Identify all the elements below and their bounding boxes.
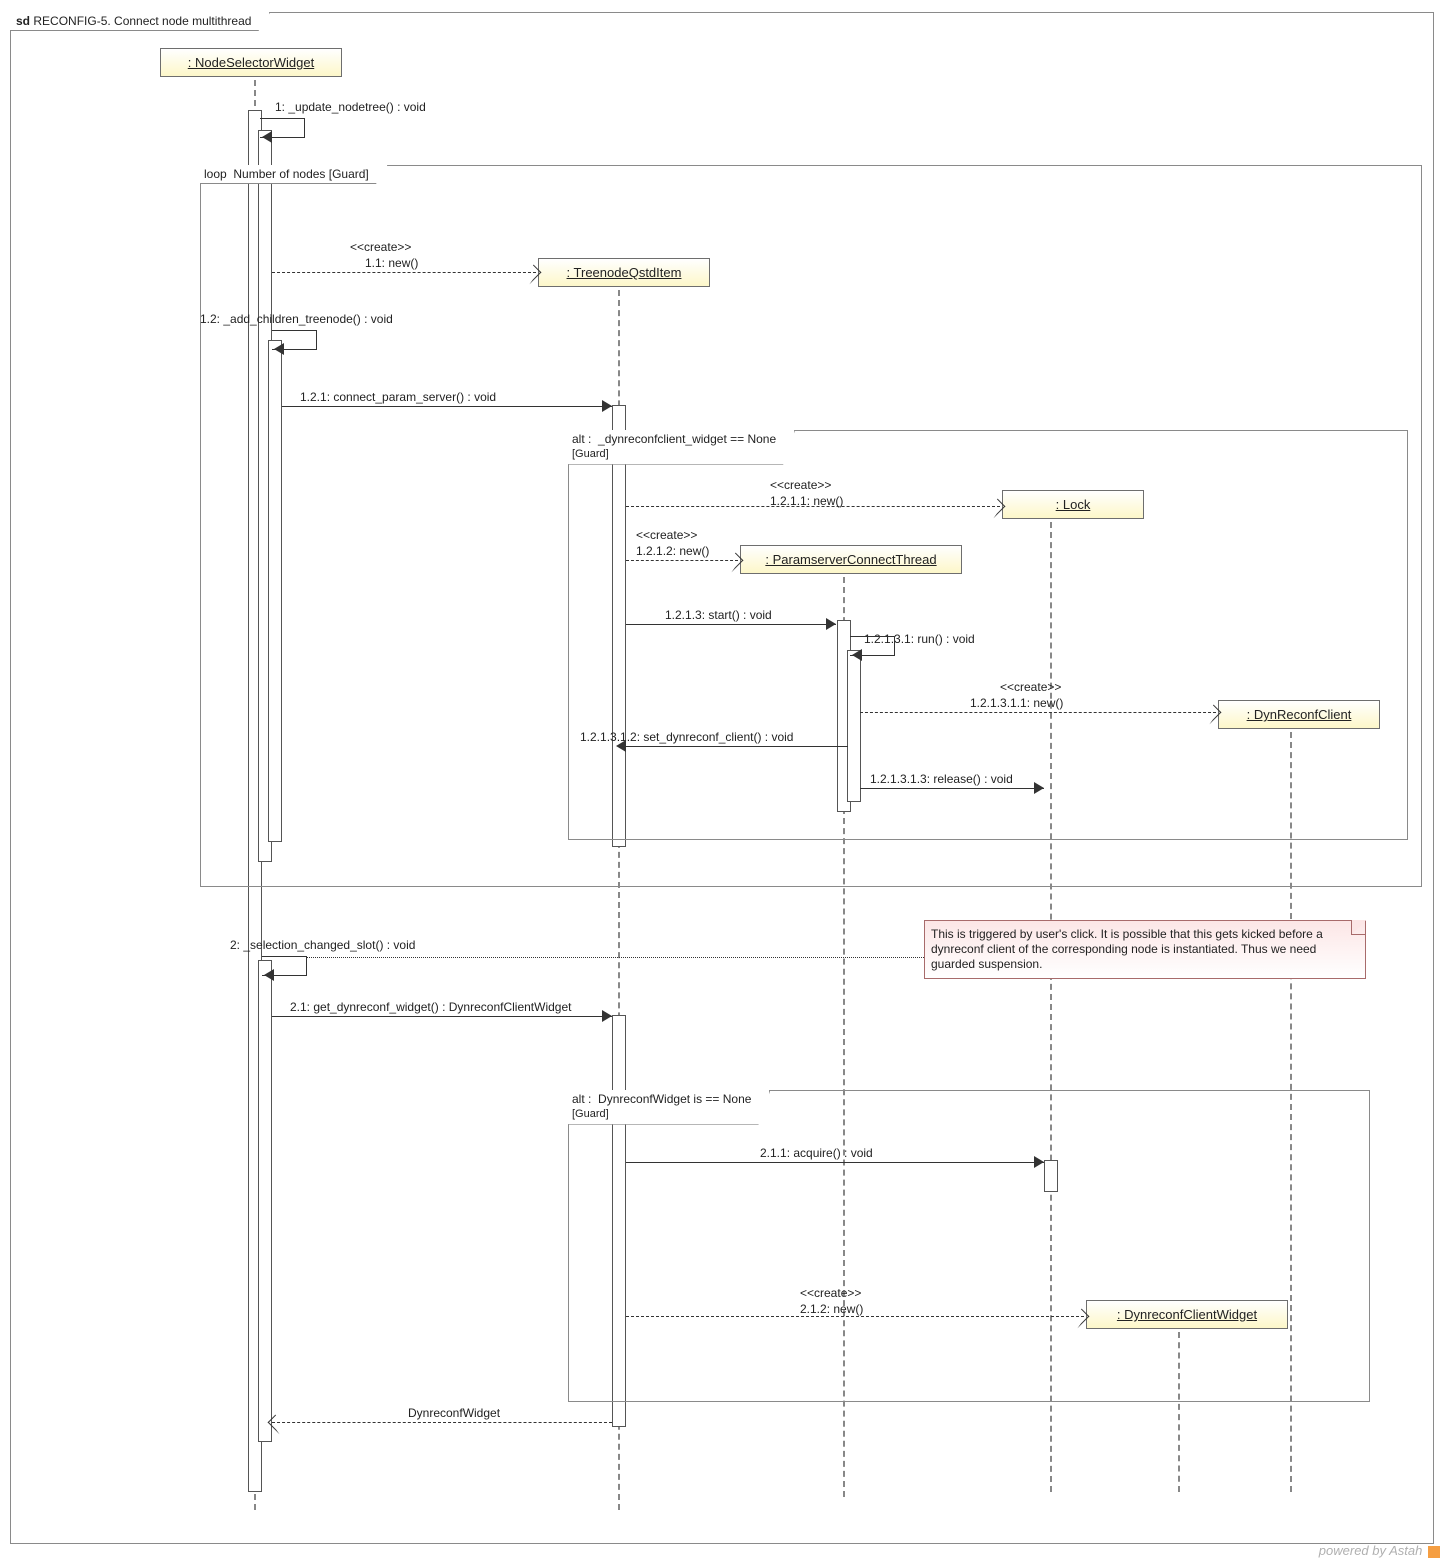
label-m1212s: <<create>> [636,528,697,542]
return-m21 [272,1422,612,1423]
label-m212: 2.1.2: new() [800,1302,863,1316]
participant-nodeselector: : NodeSelectorWidget [160,48,342,77]
msg-m11 [272,272,536,273]
astah-logo-icon [1428,1546,1440,1558]
sequence-diagram-canvas: sd RECONFIG-5. Connect node multithread … [0,0,1448,1560]
label-m121: 1.2.1: connect_param_server() : void [300,390,496,404]
msg-m212 [626,1316,1084,1317]
label-m11: 1.1: new() [365,256,418,270]
msg-m1211 [626,506,1000,507]
arrow-m121 [602,400,612,412]
fragment-loop-tab: loop Number of nodes [Guard] [200,165,388,184]
arrow-m121312 [616,740,626,752]
arrow-m12 [274,343,284,355]
arrow-m21 [602,1010,612,1022]
msg-m121311 [860,712,1216,713]
label-ret21: DynreconfWidget [408,1406,500,1420]
fragment-alt2-tab: alt : DynreconfWidget is == None [Guard] [568,1090,770,1125]
arrow-m211 [1034,1156,1044,1168]
label-m2: 2: _selection_changed_slot() : void [230,938,415,952]
sd-prefix: sd [16,14,30,28]
label-m121311s: <<create>> [1000,680,1061,694]
fragment-alt1-tab: alt : _dynreconfclient_widget == None [G… [568,430,795,465]
label-m121313: 1.2.1.3.1.3: release() : void [870,772,1013,786]
note-anchor [306,957,924,958]
msg-m211 [626,1162,1044,1163]
arrow-m2 [264,969,274,981]
label-m11s: <<create>> [350,240,411,254]
note-guarded-suspension: This is triggered by user's click. It is… [924,920,1366,979]
msg-m121313 [860,788,1044,789]
label-m1212: 1.2.1.2: new() [636,544,709,558]
label-m21: 2.1: get_dynreconf_widget() : DynreconfC… [290,1000,571,1014]
msg-m21 [272,1016,612,1017]
msg-m121 [282,406,612,407]
footer-text: powered by Astah [1319,1543,1423,1558]
label-m12: 1.2: _add_children_treenode() : void [200,312,393,326]
arrow-m12131 [852,649,862,661]
msg-m1213 [626,624,836,625]
arrow-m1213 [826,618,836,630]
label-m121311: 1.2.1.3.1.1: new() [970,696,1063,710]
note-text: This is triggered by user's click. It is… [931,927,1323,971]
label-m212s: <<create>> [800,1286,861,1300]
activation-nodeselector-m2 [258,960,272,1442]
label-m211: 2.1.1: acquire() : void [760,1146,873,1160]
arrow-m1 [262,131,272,143]
arrow-m121313 [1034,782,1044,794]
fragment-alt2: alt : DynreconfWidget is == None [Guard] [568,1090,1370,1402]
msg-m121312 [626,746,848,747]
label-m121312: 1.2.1.3.1.2: set_dynreconf_client() : vo… [580,730,793,744]
label-m1213: 1.2.1.3: start() : void [665,608,772,622]
sd-title: RECONFIG-5. Connect node multithread [33,14,251,28]
label-m1: 1: _update_nodetree() : void [275,100,426,114]
footer: powered by Astah [1319,1543,1440,1558]
sd-frame-label: sd RECONFIG-5. Connect node multithread [10,12,270,31]
msg-m1212 [626,560,738,561]
label-m1211s: <<create>> [770,478,831,492]
